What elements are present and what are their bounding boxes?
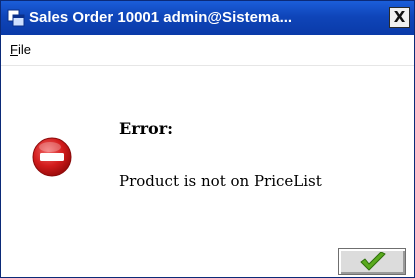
- error-stop-icon: [32, 137, 72, 177]
- menu-file-label: ile: [17, 42, 31, 57]
- error-message: Product is not on PriceList: [119, 172, 322, 190]
- close-button[interactable]: X: [389, 7, 410, 28]
- window-title: Sales Order 10001 admin@Sistema...: [29, 9, 293, 26]
- error-title: Error:: [119, 119, 174, 138]
- menu-bar: File: [1, 35, 414, 66]
- ok-button[interactable]: [338, 248, 406, 275]
- checkmark-icon: [360, 252, 386, 271]
- menu-file[interactable]: File: [10, 42, 31, 57]
- close-icon: X: [393, 8, 406, 26]
- title-bar[interactable]: Sales Order 10001 admin@Sistema... X: [1, 1, 414, 35]
- window-app-icon: [7, 9, 25, 27]
- menu-file-mnemonic: F: [10, 42, 18, 57]
- error-dialog-window: Sales Order 10001 admin@Sistema... X Fil…: [0, 0, 415, 278]
